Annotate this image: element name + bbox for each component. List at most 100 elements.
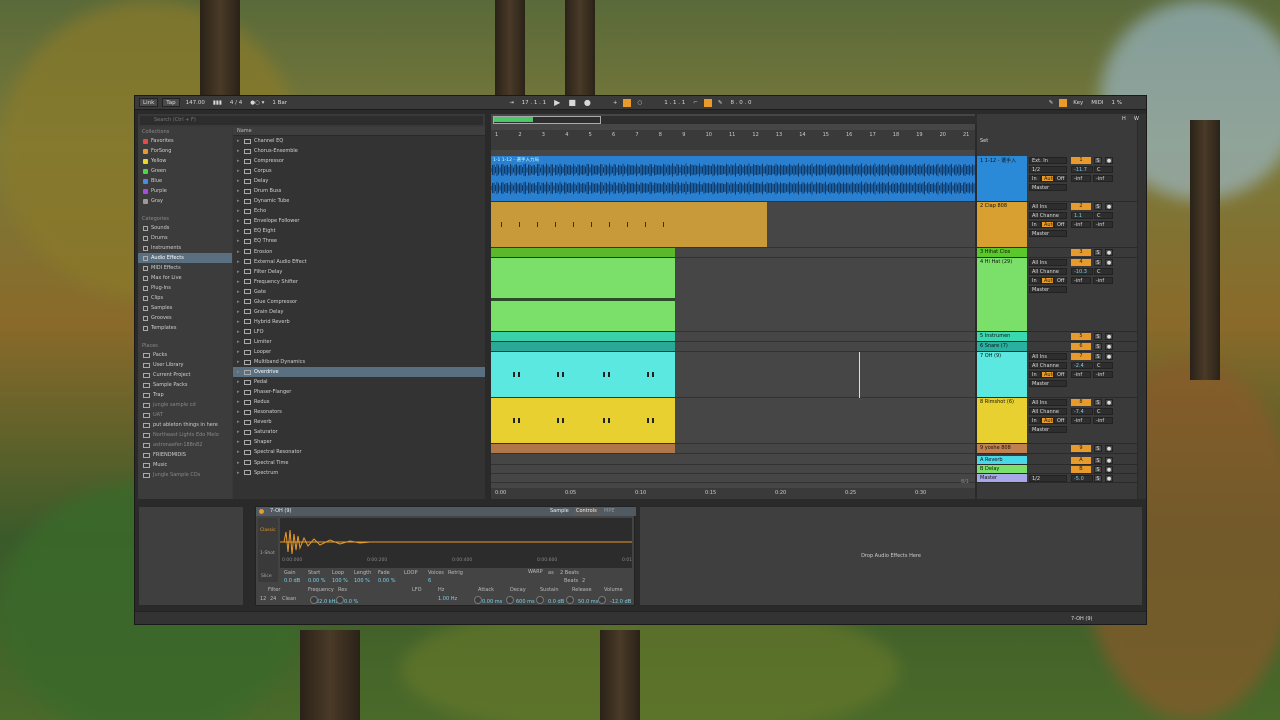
track-name[interactable]: 6 Snare (7) bbox=[977, 342, 1027, 351]
send-b-field[interactable]: -inf bbox=[1093, 175, 1113, 182]
arrangement-clip[interactable] bbox=[491, 258, 675, 331]
input-type-select[interactable]: All Ins bbox=[1029, 353, 1067, 360]
solo-button[interactable]: S bbox=[1094, 445, 1102, 452]
browser-item[interactable]: ▸ Corpus bbox=[233, 166, 485, 176]
category-item[interactable]: Plug-Ins bbox=[138, 283, 232, 293]
category-item[interactable]: Sounds bbox=[138, 223, 232, 233]
output-select[interactable]: Master bbox=[1029, 286, 1067, 293]
browser-item[interactable]: ▸ Gate bbox=[233, 287, 485, 297]
solo-button[interactable]: S bbox=[1094, 466, 1102, 473]
output-select[interactable]: Master bbox=[1029, 380, 1067, 387]
arrangement-clip[interactable] bbox=[491, 352, 675, 397]
monitor-auto-button[interactable]: Auto bbox=[1041, 221, 1054, 228]
send-a-field[interactable]: -inf bbox=[1071, 277, 1091, 284]
arm-button[interactable]: ● bbox=[1105, 259, 1113, 266]
arrangement-clip[interactable] bbox=[491, 342, 675, 351]
track-activator-button[interactable]: 5 bbox=[1071, 333, 1091, 340]
param-sustain[interactable]: 0.0 dB bbox=[548, 599, 564, 605]
volume-field[interactable]: -11.7 bbox=[1071, 166, 1093, 173]
tap-button[interactable]: Tap bbox=[162, 98, 180, 107]
mixer-track[interactable]: 5 Instrumen 5 S ● bbox=[977, 332, 1137, 342]
automation-arm-icon[interactable] bbox=[623, 98, 632, 107]
mixer-track[interactable]: B Delay B S ● bbox=[977, 465, 1137, 474]
browser-item[interactable]: ▸ Filter Delay bbox=[233, 267, 485, 277]
name-column-header[interactable]: Name bbox=[233, 127, 485, 136]
quantize-menu[interactable]: 1 Bar bbox=[270, 100, 289, 106]
power-icon[interactable] bbox=[259, 509, 264, 514]
arrangement-track[interactable] bbox=[491, 456, 975, 465]
arrangement-track[interactable] bbox=[491, 342, 975, 352]
expand-arrow-icon[interactable]: ▸ bbox=[237, 236, 241, 246]
category-item[interactable]: Samples bbox=[138, 303, 232, 313]
arm-button[interactable]: ● bbox=[1105, 249, 1113, 256]
mixer-track[interactable]: 3 Hihat Clos 3 S ● bbox=[977, 248, 1137, 258]
browser-item[interactable]: ▸ Spectral Resonator bbox=[233, 447, 485, 457]
arrangement-clip[interactable] bbox=[491, 444, 675, 453]
category-item[interactable]: Max for Live bbox=[138, 273, 232, 283]
expand-arrow-icon[interactable]: ▸ bbox=[237, 327, 241, 337]
input-channel-select[interactable]: All Channe bbox=[1029, 268, 1067, 275]
stop-icon[interactable]: ■ bbox=[566, 98, 578, 107]
record-icon[interactable]: ● bbox=[582, 98, 593, 107]
place-item[interactable]: User Library bbox=[138, 360, 232, 370]
browser-item[interactable]: ▸ Grain Delay bbox=[233, 307, 485, 317]
expand-arrow-icon[interactable]: ▸ bbox=[237, 136, 241, 146]
browser-item[interactable]: ▸ Chorus-Ensemble bbox=[233, 146, 485, 156]
loop-start-field[interactable]: 1 . 1 . 1 bbox=[662, 100, 687, 106]
volume-field[interactable]: -10.3 bbox=[1071, 268, 1093, 275]
place-item[interactable]: Jungle Sample CDs bbox=[138, 470, 232, 480]
arrangement-track[interactable] bbox=[491, 352, 975, 398]
solo-button[interactable]: S bbox=[1094, 157, 1102, 164]
expand-arrow-icon[interactable]: ▸ bbox=[237, 277, 241, 287]
track-name[interactable]: 4 Hi Hat (29) bbox=[977, 258, 1027, 331]
mode-classic[interactable]: Classic bbox=[260, 528, 276, 533]
browser-item[interactable]: ▸ Looper bbox=[233, 347, 485, 357]
drop-audio-effects-zone[interactable]: Drop Audio Effects Here bbox=[639, 506, 1143, 606]
arrangement-track[interactable]: 1-1 1-12 - 選手入力局 bbox=[491, 156, 975, 202]
browser-item[interactable]: ▸ LFO bbox=[233, 327, 485, 337]
solo-button[interactable]: S bbox=[1094, 343, 1102, 350]
expand-arrow-icon[interactable]: ▸ bbox=[237, 357, 241, 367]
expand-arrow-icon[interactable]: ▸ bbox=[237, 427, 241, 437]
search-input[interactable]: Search (Ctrl + F) bbox=[140, 116, 483, 125]
play-icon[interactable]: ▶ bbox=[552, 98, 562, 107]
expand-arrow-icon[interactable]: ▸ bbox=[237, 437, 241, 447]
track-activator-button[interactable]: 8 bbox=[1071, 399, 1091, 406]
pan-field[interactable]: C bbox=[1094, 166, 1113, 173]
mixer-track[interactable]: 2 Clap 808 All Ins All Channe InAutoOff Mast… bbox=[977, 202, 1137, 248]
param-warp[interactable]: WARP bbox=[528, 569, 543, 575]
expand-arrow-icon[interactable]: ▸ bbox=[237, 287, 241, 297]
browser-item[interactable]: ▸ Spectral Time bbox=[233, 458, 485, 468]
expand-arrow-icon[interactable]: ▸ bbox=[237, 146, 241, 156]
knob-control[interactable] bbox=[310, 596, 318, 604]
browser-item[interactable]: ▸ Frequency Shifter bbox=[233, 277, 485, 287]
track-activator-button[interactable]: 7 bbox=[1071, 353, 1091, 360]
mixer-track[interactable]: A Reverb A S ● bbox=[977, 456, 1137, 465]
param-release[interactable]: 50.0 ms bbox=[578, 599, 598, 605]
param-length[interactable]: 100 % bbox=[354, 578, 370, 584]
param-freq[interactable]: 22.0 kHz bbox=[316, 599, 338, 605]
param-loop[interactable]: 100 % bbox=[332, 578, 348, 584]
input-channel-select[interactable]: 1/2 bbox=[1029, 166, 1067, 173]
collection-item[interactable]: Favorites bbox=[138, 136, 232, 146]
param-res[interactable]: 0.0 % bbox=[344, 599, 358, 605]
arrangement-track[interactable] bbox=[491, 465, 975, 474]
expand-arrow-icon[interactable]: ▸ bbox=[237, 206, 241, 216]
output-select[interactable]: Master bbox=[1029, 230, 1067, 237]
input-type-select[interactable]: Ext. In bbox=[1029, 157, 1067, 164]
monitor-off-button[interactable]: Off bbox=[1054, 417, 1067, 424]
overdub-icon[interactable]: + bbox=[611, 100, 620, 106]
time-ruler[interactable]: 0:00 0:05 0:10 0:15 0:20 0:25 0:30 bbox=[491, 488, 975, 499]
expand-arrow-icon[interactable]: ▸ bbox=[237, 397, 241, 407]
solo-button[interactable]: S bbox=[1094, 399, 1102, 406]
nudge-icon[interactable]: ▮▮▮ bbox=[211, 100, 224, 106]
send-a-field[interactable]: -inf bbox=[1071, 175, 1091, 182]
pan-field[interactable]: C bbox=[1094, 408, 1113, 415]
bar-ruler[interactable]: 1 2 3 4 5 6 7 8 9 10 11 12 13 14 15 16 17 18 19 20 21 bbox=[491, 130, 975, 150]
place-item[interactable]: UAT bbox=[138, 410, 232, 420]
pencil-icon[interactable]: ✎ bbox=[1047, 100, 1056, 106]
track-name[interactable]: B Delay bbox=[977, 465, 1027, 473]
expand-arrow-icon[interactable]: ▸ bbox=[237, 317, 241, 327]
browser-item[interactable]: ▸ Saturator bbox=[233, 427, 485, 437]
solo-button[interactable]: S bbox=[1094, 333, 1102, 340]
